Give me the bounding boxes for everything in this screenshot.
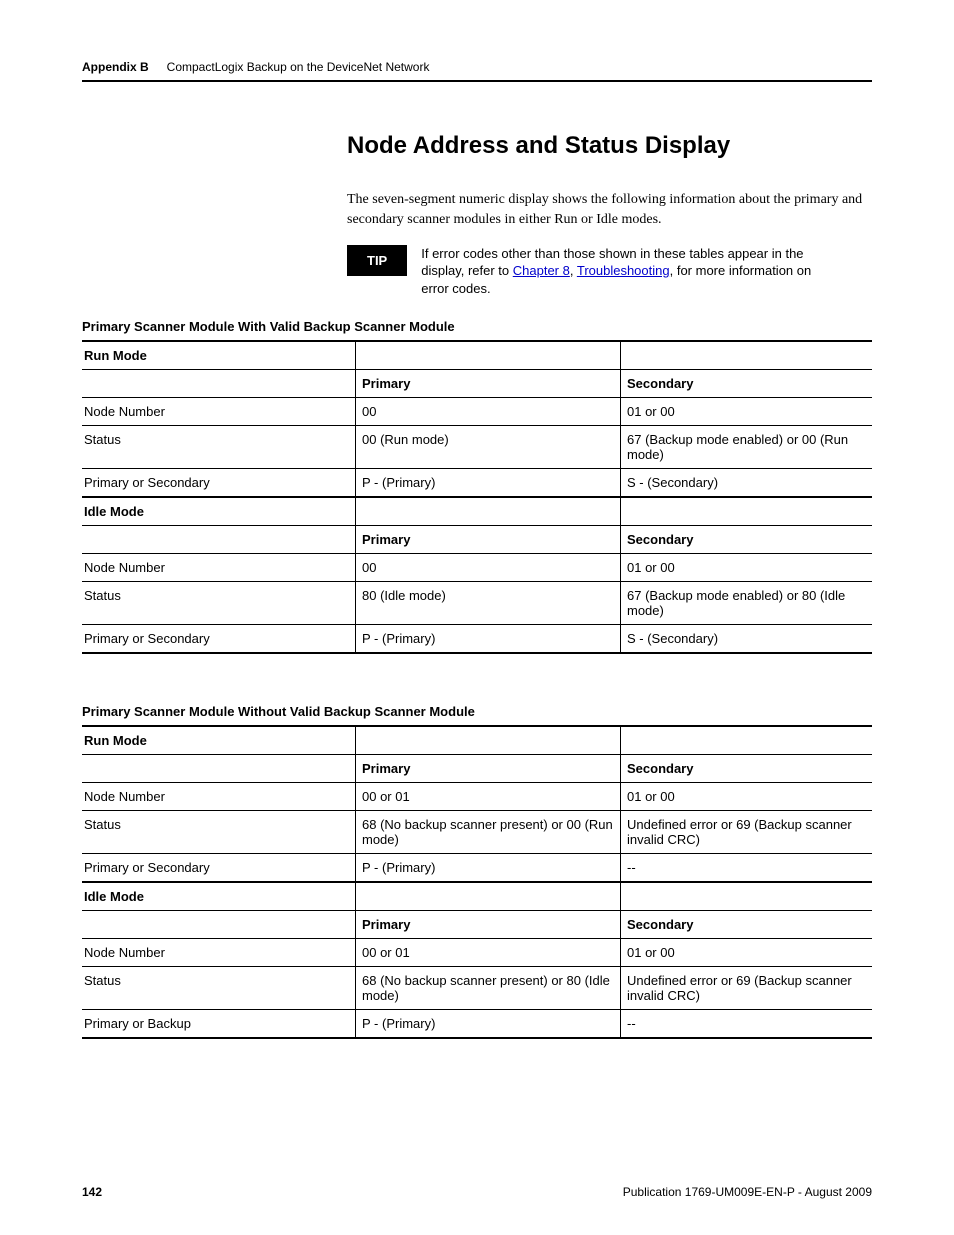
table-row: Primary Secondary (82, 370, 872, 398)
table-row: Status 68 (No backup scanner present) or… (82, 967, 872, 1010)
table-row: Primary Secondary (82, 755, 872, 783)
table-row: Status 00 (Run mode) 67 (Backup mode ena… (82, 426, 872, 469)
table1: Run Mode Primary Secondary Node Number 0… (82, 340, 872, 654)
tip-link-chapter[interactable]: Chapter 8 (513, 263, 570, 278)
table-row: Idle Mode (82, 882, 872, 911)
table-row: Idle Mode (82, 497, 872, 526)
table-row: Node Number 00 or 01 01 or 00 (82, 939, 872, 967)
table2: Run Mode Primary Secondary Node Number 0… (82, 725, 872, 1039)
table-row: Node Number 00 or 01 01 or 00 (82, 783, 872, 811)
table-row: Run Mode (82, 726, 872, 755)
table-row: Primary Secondary (82, 526, 872, 554)
table-row: Primary or Backup P - (Primary) -- (82, 1010, 872, 1039)
table-row: Primary or Secondary P - (Primary) -- (82, 854, 872, 883)
tip-text: If error codes other than those shown in… (421, 245, 821, 298)
header-subtitle: CompactLogix Backup on the DeviceNet Net… (167, 60, 430, 74)
tip-text-sep: , (570, 263, 577, 278)
table-row: Status 80 (Idle mode) 67 (Backup mode en… (82, 582, 872, 625)
table-row: Status 68 (No backup scanner present) or… (82, 811, 872, 854)
table-row: Node Number 00 01 or 00 (82, 398, 872, 426)
tip-link-troubleshooting[interactable]: Troubleshooting (577, 263, 670, 278)
page-header: Appendix B CompactLogix Backup on the De… (82, 60, 872, 82)
col-primary: Primary (356, 370, 621, 398)
table-row: Primary or Secondary P - (Primary) S - (… (82, 469, 872, 498)
run-mode-label: Run Mode (82, 341, 356, 370)
table2-caption: Primary Scanner Module Without Valid Bac… (82, 704, 872, 719)
table-row: Run Mode (82, 341, 872, 370)
table-row: Node Number 00 01 or 00 (82, 554, 872, 582)
table-row: Primary Secondary (82, 911, 872, 939)
intro-paragraph: The seven-segment numeric display shows … (82, 190, 867, 231)
col-secondary: Secondary (621, 370, 873, 398)
page-footer: 142 Publication 1769-UM009E-EN-P - Augus… (82, 1185, 872, 1199)
tip-badge: TIP (347, 245, 407, 276)
tip-block: TIP If error codes other than those show… (347, 245, 872, 298)
appendix-label: Appendix B (82, 60, 149, 74)
page-number: 142 (82, 1185, 102, 1199)
idle-mode-label: Idle Mode (82, 882, 356, 911)
run-mode-label: Run Mode (82, 726, 356, 755)
table-row: Primary or Secondary P - (Primary) S - (… (82, 625, 872, 654)
section-title: Node Address and Status Display (82, 132, 872, 160)
idle-mode-label: Idle Mode (82, 497, 356, 526)
publication-id: Publication 1769-UM009E-EN-P - August 20… (623, 1185, 872, 1199)
table1-caption: Primary Scanner Module With Valid Backup… (82, 319, 872, 334)
